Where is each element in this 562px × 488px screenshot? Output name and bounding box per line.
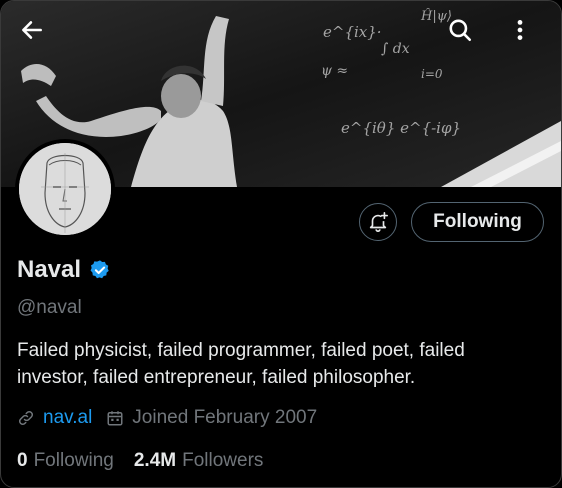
profile-screen: e^{ix}· ∫ dx ψ ≈ i=0 e^{iθ} e^{-iφ} Ĥ|ψ⟩ [0,0,562,488]
chalk-equation: e^{ix}· [323,23,382,41]
more-button[interactable] [507,17,543,53]
avatar-image [19,143,111,235]
notifications-button[interactable] [359,203,397,241]
chalk-equation: i=0 [421,67,443,81]
avatar[interactable] [15,139,115,239]
followers-count: 2.4M [133,450,177,471]
bell-plus-icon [369,212,388,232]
chalk-equation: e^{iθ} e^{-iφ} [341,119,462,137]
display-name: Naval [17,256,82,283]
search-button[interactable] [447,17,483,53]
sketch-face-icon [19,143,111,235]
following-button[interactable]: Following [411,202,544,242]
search-icon [449,19,472,42]
back-button[interactable] [19,17,55,53]
arrow-left-icon [22,21,42,39]
following-label: Following [33,450,114,471]
verified-badge-icon[interactable] [89,259,111,281]
join-date: Joined February 2007 [106,407,317,429]
following-count: 0 [17,450,28,471]
profile-meta: nav.al Joined February 2007 [17,407,317,429]
link-icon [18,410,34,426]
chalk-equation: ψ ≈ [321,63,349,79]
following-count-link[interactable]: 0 Following [17,450,114,472]
join-date-text: Joined February 2007 [132,407,318,428]
website-link[interactable]: nav.al [17,407,92,429]
follow-stats: 0 Following 2.4M Followers [17,450,263,472]
website-link-text[interactable]: nav.al [43,407,92,429]
user-handle: @naval [17,297,82,318]
more-vertical-icon [517,20,523,40]
chalk-equation: ∫ dx [381,41,410,57]
followers-label: Followers [182,450,264,471]
profile-bio: Failed physicist, failed programmer, fai… [17,340,465,388]
calendar-icon [107,411,123,426]
name-row: Naval [17,256,111,284]
followers-count-link[interactable]: 2.4M Followers [134,450,264,472]
